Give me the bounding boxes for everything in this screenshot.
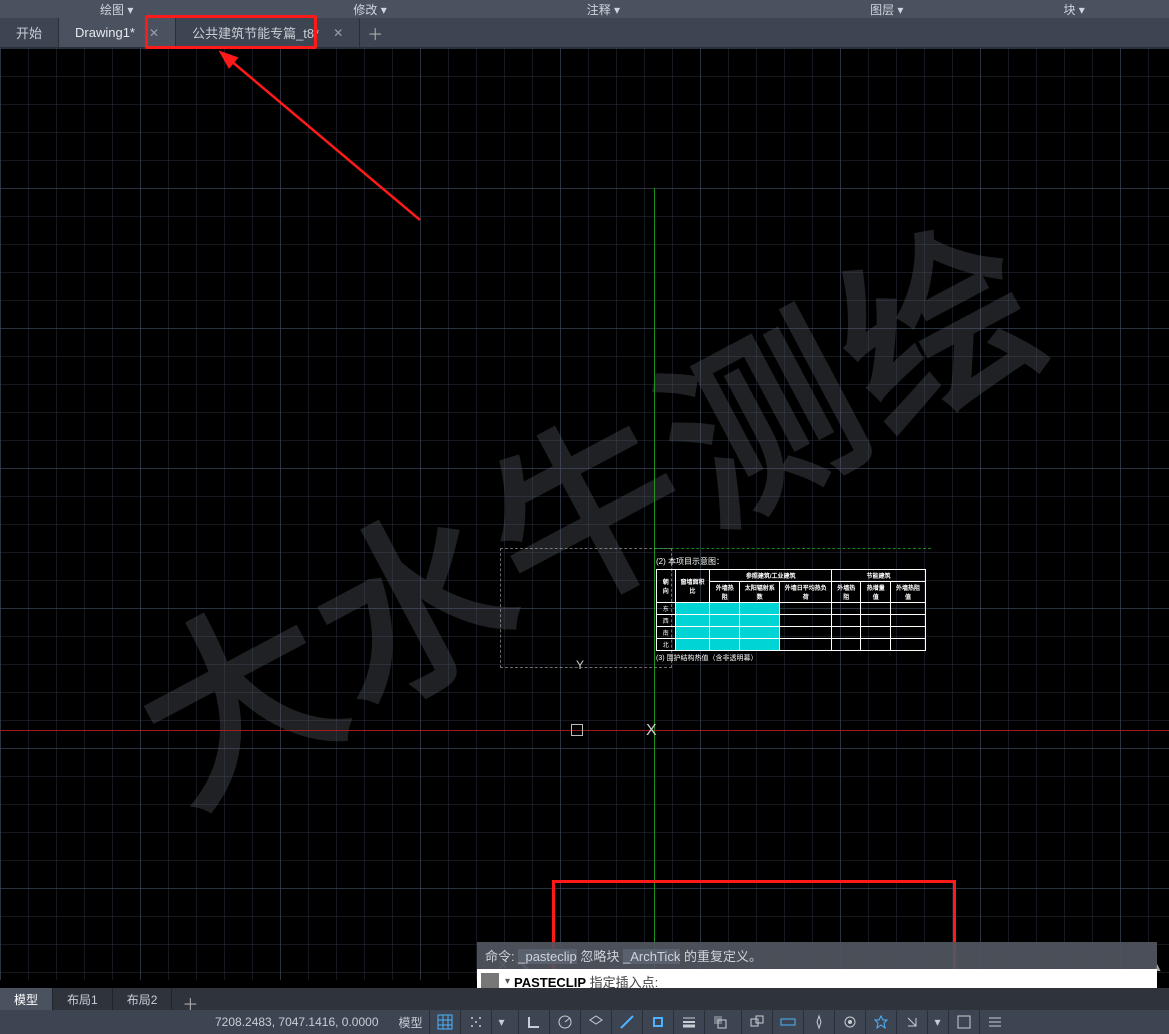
paste-table: 朝向 窗墙面积比 参照建筑/工业建筑 节能建筑 外墙热阻 太阳辐射系数 外墙日平…: [656, 569, 926, 651]
ortho-mode-icon[interactable]: [518, 1010, 549, 1034]
paste-ghost-bbox: [500, 548, 672, 668]
th: 朝向: [657, 570, 676, 603]
layout-tab-layout1[interactable]: 布局1: [53, 988, 113, 1010]
add-tab-button[interactable]: ＋: [360, 18, 390, 47]
layout-tab-layout2[interactable]: 布局2: [113, 988, 173, 1010]
th: 外墙日平均热负荷: [780, 582, 831, 603]
ribbon-panel-annotate[interactable]: 注释 ▾: [547, 1, 660, 18]
td: 东: [657, 603, 676, 615]
paste-ghost-guide: [656, 548, 931, 549]
td: 北: [657, 639, 676, 651]
th: 太阳辐射系数: [739, 582, 779, 603]
command-prompt-icon: [481, 973, 499, 989]
ucs-origin-icon: [571, 724, 583, 736]
units-icon[interactable]: ▾: [927, 1010, 948, 1034]
crosshair-horizontal: [0, 730, 1169, 731]
command-history: 命令: _pasteclip 忽略块 _ArchTick 的重复定义。: [477, 942, 1157, 969]
annotation-autoscale-icon[interactable]: [896, 1010, 927, 1034]
th: 节能建筑: [831, 570, 925, 582]
file-tabs-bar: 开始 Drawing1* ✕ 公共建筑节能专篇_t8* ✕ ＋: [0, 18, 1169, 48]
annotation-visibility-icon[interactable]: [865, 1010, 896, 1034]
ribbon-panel-modify[interactable]: 修改 ▾: [313, 1, 426, 18]
customization-icon[interactable]: [979, 1010, 1010, 1034]
td: 西: [657, 615, 676, 627]
paste-footer: (3) 围护结构热值（含非透明幕）: [656, 653, 926, 663]
infer-constraints-icon[interactable]: ▾: [491, 1010, 512, 1034]
tab-other-label: 公共建筑节能专篇_t8*: [192, 23, 319, 42]
th: 外墙热阻: [710, 582, 740, 603]
ribbon-panel-block[interactable]: 块 ▾: [1023, 1, 1124, 18]
lineweight-icon[interactable]: [673, 1010, 704, 1034]
isometric-drafting-icon[interactable]: [580, 1010, 611, 1034]
snap-mode-icon[interactable]: [460, 1010, 491, 1034]
object-snap-icon[interactable]: [642, 1010, 673, 1034]
tab-other-file[interactable]: 公共建筑节能专篇_t8* ✕: [176, 18, 360, 47]
drawing-canvas[interactable]: 大水牛测绘 Y X (2) 本项目示意图： 朝向 窗墙面积比 参照建筑/工业建筑…: [0, 48, 1169, 980]
close-icon[interactable]: ✕: [149, 26, 159, 40]
dynamic-input-icon[interactable]: [772, 1010, 803, 1034]
grid-display-icon[interactable]: [429, 1010, 460, 1034]
tab-start-label: 开始: [16, 23, 42, 42]
th: 热增量值: [861, 582, 891, 603]
close-icon[interactable]: ✕: [333, 26, 343, 40]
td: 南: [657, 627, 676, 639]
object-snap-tracking-icon[interactable]: [611, 1010, 642, 1034]
paste-preview-block: (2) 本项目示意图： 朝向 窗墙面积比 参照建筑/工业建筑 节能建筑 外墙热阻…: [656, 556, 926, 666]
tab-drawing1-label: Drawing1*: [75, 25, 135, 40]
tab-drawing1[interactable]: Drawing1* ✕: [59, 18, 176, 47]
tab-start[interactable]: 开始: [0, 18, 59, 47]
transparency-icon[interactable]: [704, 1010, 735, 1034]
paste-title: (2) 本项目示意图：: [656, 556, 926, 567]
status-model-button[interactable]: 模型: [393, 1014, 429, 1031]
ribbon-panel-labels: 绘图 ▾ 修改 ▾ 注释 ▾ 图层 ▾ 块 ▾: [0, 0, 1169, 18]
command-line[interactable]: 命令: _pasteclip 忽略块 _ArchTick 的重复定义。 ▾ PA…: [477, 942, 1157, 993]
th: 参照建筑/工业建筑: [710, 570, 831, 582]
status-coordinates[interactable]: 7208.2483, 7047.1416, 0.0000: [0, 1015, 393, 1029]
ribbon-panel-draw[interactable]: 绘图 ▾: [60, 1, 173, 18]
th: 外墙热阻: [831, 582, 861, 603]
workspace-switching-icon[interactable]: [834, 1010, 865, 1034]
layout-add-button[interactable]: ＋: [172, 988, 208, 1010]
ucs-x-label: X: [646, 722, 657, 740]
annotation-scale-icon[interactable]: [803, 1010, 834, 1034]
th: 外墙热阻值: [890, 582, 925, 603]
status-bar: 7208.2483, 7047.1416, 0.0000 模型 ▾ ▾: [0, 1010, 1169, 1034]
canvas-grid: [0, 48, 1169, 980]
layout-tabs: 模型 布局1 布局2 ＋: [0, 988, 1169, 1010]
polar-tracking-icon[interactable]: [549, 1010, 580, 1034]
ribbon-panel-layers[interactable]: 图层 ▾: [830, 1, 943, 18]
quick-properties-icon[interactable]: [948, 1010, 979, 1034]
command-dropdown-icon[interactable]: ▾: [501, 976, 514, 987]
layout-tab-model[interactable]: 模型: [0, 988, 53, 1010]
selection-cycling-icon[interactable]: [741, 1010, 772, 1034]
th: 窗墙面积比: [675, 570, 710, 603]
